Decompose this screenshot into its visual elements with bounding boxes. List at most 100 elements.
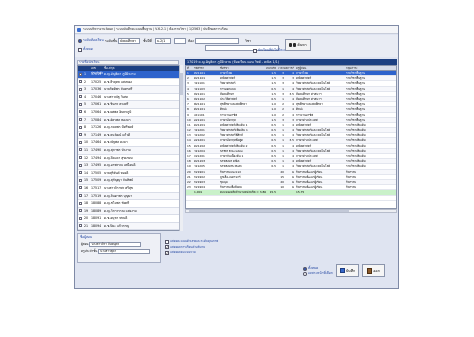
checkbox[interactable] (79, 95, 82, 99)
scroll-thumb[interactable] (180, 73, 183, 95)
checkbox[interactable] (79, 201, 82, 205)
level-select[interactable]: มัธยมศึกษา (118, 38, 140, 44)
window-title: ระบบบริหารงานวัดผล | ระบบบันทึกคะแนนพื้น… (83, 27, 228, 31)
checkbox[interactable] (79, 72, 82, 76)
teacher-field[interactable]: นางสาวจิรา จันทบุตร (89, 242, 142, 247)
homeroom-field[interactable]: นางสาวสุดา (98, 249, 151, 254)
option-show-total[interactable]: ✓ แสดงผลคะแนนรวม (165, 250, 218, 256)
checkbox[interactable] (79, 194, 82, 197)
student-row[interactable]: 18 18088 ด.ญ.ชไมพร ชัยศรี (78, 200, 180, 208)
check-all[interactable]: ทั้งหมด (78, 47, 93, 52)
checkbox[interactable] (79, 209, 82, 213)
teacher: คณิตศาสตร์ (296, 159, 312, 164)
student-row[interactable]: 1 17019 ด.ญ.อัญธิดา ภูมีผิวงาม (78, 71, 180, 79)
grade: 4 (292, 159, 294, 164)
student-row[interactable]: 20 18091 ด.ช.อนุชา พรมดี (78, 215, 180, 223)
student-row[interactable]: 6 17064 ด.ช.ยศพล อินทรภูมิ (78, 109, 180, 117)
subject-name: ภาษาอังกฤษ (220, 117, 236, 122)
checkbox[interactable] (79, 87, 82, 91)
student-row[interactable]: 12 17494 ด.ญ.ปิยะดา สุขเกษม (78, 155, 180, 163)
subject-code: ง21101 (194, 112, 205, 117)
hours (276, 196, 284, 200)
student-row[interactable]: 9 17149 ด.ช.ธนวัฒน์ แก้วดี (78, 131, 180, 140)
student-row[interactable]: 3 17036 นายกิตติพร จันทรศรี (78, 86, 180, 94)
radio-dot (78, 38, 82, 43)
grade: 4 (292, 148, 294, 153)
credit: 0.5 (271, 154, 276, 158)
subject-row[interactable] (186, 196, 396, 201)
student-row[interactable]: 15 17509 ด.ญ.สุกัญญา จันทิพย์ (78, 177, 180, 185)
row-number: 19 (187, 164, 191, 169)
teacher: คณิตศาสตร์ (296, 76, 312, 81)
teacher: วิทยาศาสตร์และเทคโนโลยี (296, 133, 331, 138)
student-id: 17126 (91, 125, 102, 130)
room-select[interactable] (174, 38, 186, 44)
grade-grid-scrollbar[interactable] (185, 209, 397, 213)
checkbox[interactable] (79, 163, 82, 167)
save-button[interactable]: บันทึก (336, 264, 359, 277)
subject-group: รายวิชาพื้นฐาน (346, 96, 366, 101)
scroll-thumb[interactable] (189, 210, 349, 212)
student-row[interactable]: 19 18089 ด.ญ.วิภาวรรณ แสงงาม (78, 207, 180, 216)
radio-print-selected[interactable]: เฉพาะหน้าที่เลือก (303, 271, 333, 276)
student-row[interactable]: 5 17061 ด.ช.ชินกร ตรงศรี (78, 101, 180, 109)
row-number: 16 (187, 148, 191, 153)
student-name: ด.ญ.ปิยะดา สุขเกษม (104, 155, 133, 160)
checkbox[interactable] (79, 178, 82, 182)
hours: 1 (282, 96, 284, 101)
subject-group: รายวิชาพื้นฐาน (346, 91, 366, 96)
student-name: ด.ช.ปิยะ แก้วกาญ (104, 223, 130, 228)
option-show-score[interactable]: แสดงคะแนนตัวเลขและระดับคุณภาพ (165, 239, 218, 245)
search-button[interactable]: ค้นหา (285, 39, 311, 51)
checkbox[interactable] (79, 118, 82, 122)
checkbox[interactable] (79, 186, 82, 190)
hours: 2 (282, 107, 284, 112)
checkbox[interactable] (79, 102, 82, 106)
teacher: ศิลปะ (296, 107, 303, 112)
exit-button[interactable]: ออก (362, 264, 385, 277)
student-row[interactable]: 14 17505 นายสุริยันต์ ทองดี (78, 170, 180, 178)
teacher: วิทยาศาสตร์และเทคโนโลยี (296, 164, 331, 169)
student-row[interactable]: 17 17519 ด.ญ.จินดาพร บุญมา (78, 192, 180, 201)
credit: 0.5 (271, 122, 276, 127)
student-row[interactable]: 16 17517 นางสาวจิราพร ศรีสุข (78, 185, 180, 193)
checkbox[interactable] (79, 224, 82, 228)
student-row[interactable]: 7 17084 ด.ช.อัครพล ทองมา (78, 116, 180, 125)
checkbox[interactable] (79, 125, 82, 129)
checkbox[interactable] (79, 171, 82, 175)
student-row[interactable]: 21 18094 ด.ช.ปิยะ แก้วกาญ (78, 222, 180, 230)
checkbox[interactable] (79, 110, 82, 114)
checkbox[interactable] (79, 140, 82, 144)
subject-code: อ21101 (194, 117, 205, 122)
hours: 3 (282, 117, 284, 122)
student-grid-scrollbar[interactable] (179, 65, 183, 231)
checkbox[interactable] (79, 216, 82, 220)
student-row[interactable]: 13 17495 ด.ญ.อรพรรณ เหมือนดี (78, 162, 180, 170)
subject-group: รายวิชาเพิ่มเติม (346, 148, 366, 153)
credit: 0.5 (271, 159, 276, 164)
student-row[interactable]: 4 17046 นางสาวณัฐ วิเศษ (78, 94, 180, 102)
student-row[interactable]: 2 17025 ด.ช.ธีรยุทธ แสงทอง (78, 79, 180, 87)
student-name: นายกิตติพร จันทรศรี (104, 87, 133, 92)
student-id: 17490 (91, 147, 102, 152)
student-name: ด.ญ.สุภาพร บัวงาม (104, 147, 131, 152)
row-number: 15 (187, 143, 191, 148)
credit (266, 196, 276, 200)
subject-code: ก21904 (194, 185, 205, 190)
row-number: 17 (187, 154, 191, 158)
student-row[interactable]: 10 17464 ด.ช.ณัฐพล คงมา (78, 139, 180, 147)
checkbox[interactable] (79, 133, 82, 137)
student-row[interactable]: 11 17490 ด.ญ.สุภาพร บัวงาม (78, 146, 180, 155)
grade: ผ (292, 185, 294, 190)
class-select[interactable]: ม.2/1 (155, 38, 171, 44)
checkbox[interactable] (79, 148, 82, 152)
student-row[interactable]: 8 17126 ด.ญ.กมลพร มีศรีพงษ์ (78, 124, 180, 132)
checkbox[interactable] (79, 156, 82, 160)
checkbox[interactable] (79, 80, 82, 84)
subject-name: กิจกรรมเพื่อสังคม (220, 185, 242, 190)
room-field[interactable] (195, 38, 239, 44)
student-id: 18089 (91, 208, 102, 213)
radio-by-class[interactable]: ระดับห้องเรียน (78, 38, 104, 43)
grade: 3 (292, 76, 294, 81)
row-number: 6 (187, 96, 189, 101)
